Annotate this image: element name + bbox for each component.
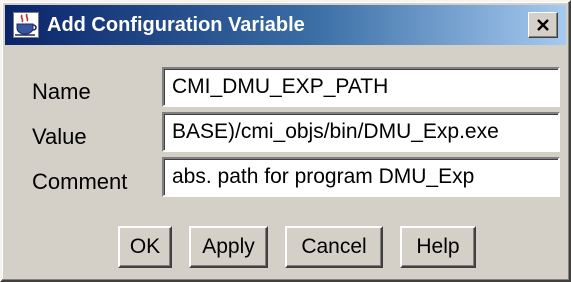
value-field[interactable] <box>166 116 556 148</box>
comment-field[interactable] <box>166 161 556 193</box>
name-label: Name <box>32 79 91 104</box>
name-field-frame <box>162 67 560 107</box>
title-bar[interactable]: Add Configuration Variable <box>5 5 566 45</box>
apply-button[interactable]: Apply <box>189 226 268 268</box>
ok-button[interactable]: OK <box>118 226 172 268</box>
help-button[interactable]: Help <box>400 226 476 268</box>
cancel-button[interactable]: Cancel <box>285 226 383 268</box>
comment-field-frame <box>162 157 560 197</box>
value-field-frame <box>162 112 560 152</box>
close-button[interactable] <box>528 12 558 38</box>
dialog-title: Add Configuration Variable <box>47 14 305 36</box>
comment-label: Comment <box>32 169 128 194</box>
value-label: Value <box>32 124 87 149</box>
close-x-icon <box>537 19 549 31</box>
name-field[interactable] <box>166 71 556 103</box>
java-coffee-cup-icon <box>13 12 39 38</box>
dialog-window: Add Configuration Variable Name Value Co… <box>0 0 571 282</box>
